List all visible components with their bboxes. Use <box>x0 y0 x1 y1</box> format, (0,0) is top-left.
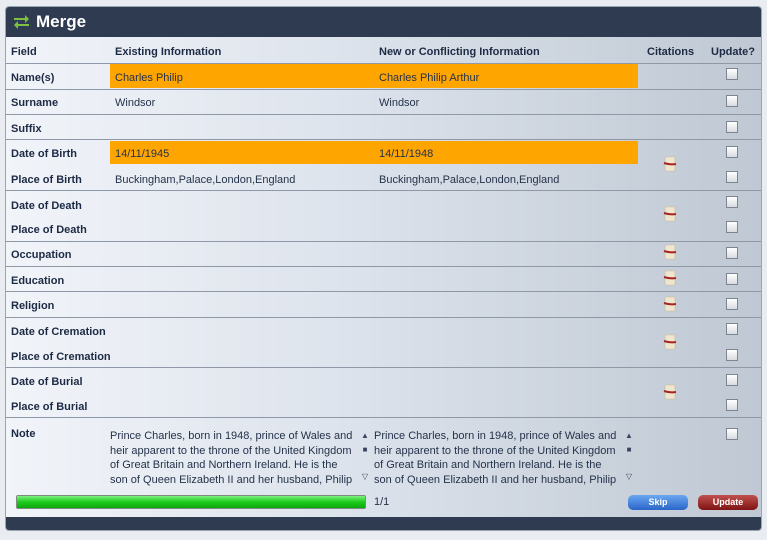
scroll-up-icon[interactable]: ▲ <box>360 431 370 440</box>
update-checkbox[interactable] <box>726 247 738 259</box>
update-checkbox-note[interactable] <box>726 428 738 440</box>
update-checkbox[interactable] <box>726 273 738 285</box>
field-row: Place of Death <box>6 221 761 239</box>
progress-fill <box>17 496 365 508</box>
divider <box>6 241 761 242</box>
field-row: Date of Birth 14/11/1945 14/11/1948 <box>6 145 761 163</box>
scroll-down-icon[interactable]: ▽ <box>360 472 370 481</box>
citation-icon[interactable] <box>663 270 677 286</box>
divider <box>6 114 761 115</box>
citation-icon[interactable] <box>663 244 677 260</box>
field-label: Place of Death <box>11 224 87 236</box>
existing-value: 14/11/1945 <box>115 148 170 160</box>
citation-icon[interactable] <box>663 296 677 312</box>
field-label: Surname <box>11 97 59 109</box>
field-label: Place of Cremation <box>11 351 111 363</box>
field-label: Occupation <box>11 249 72 261</box>
update-checkbox[interactable] <box>726 323 738 335</box>
new-value: Buckingham,Palace,London,England <box>379 174 560 186</box>
scroll-up-icon[interactable]: ▲ <box>624 431 634 440</box>
divider <box>6 291 761 292</box>
new-note-text[interactable]: Prince Charles, born in 1948, prince of … <box>374 429 620 487</box>
field-label: Date of Burial <box>11 376 83 388</box>
update-checkbox[interactable] <box>726 374 738 386</box>
merge-dialog: Merge Field Existing Information New or … <box>5 6 762 531</box>
citation-icon[interactable] <box>663 334 677 350</box>
update-checkbox[interactable] <box>726 95 738 107</box>
update-checkbox[interactable] <box>726 68 738 80</box>
field-label: Date of Death <box>11 200 82 212</box>
field-label: Date of Cremation <box>11 326 106 338</box>
new-value: Windsor <box>379 97 420 109</box>
divider <box>6 266 761 267</box>
existing-value: Charles Philip <box>115 72 183 84</box>
field-row: Place of Burial <box>6 398 761 416</box>
column-header-existing: Existing Information <box>115 46 222 58</box>
update-checkbox[interactable] <box>726 171 738 183</box>
scroll-thumb[interactable]: ■ <box>360 445 370 454</box>
update-checkbox[interactable] <box>726 298 738 310</box>
new-value: Charles Philip Arthur <box>379 72 480 84</box>
field-row: Name(s) Charles Philip Charles Philip Ar… <box>6 69 761 87</box>
existing-note-text[interactable]: Prince Charles, born in 1948, prince of … <box>110 429 356 487</box>
update-checkbox[interactable] <box>726 146 738 158</box>
column-header-citations: Citations <box>647 46 695 58</box>
footer-bar <box>6 517 761 530</box>
divider <box>6 190 761 191</box>
divider <box>6 139 761 140</box>
divider <box>6 317 761 318</box>
update-checkbox[interactable] <box>726 121 738 133</box>
new-value: 14/11/1948 <box>379 148 434 160</box>
update-button[interactable]: Update <box>698 495 758 510</box>
field-row: Education <box>6 272 761 290</box>
column-header-new: New or Conflicting Information <box>379 46 540 58</box>
citation-icon[interactable] <box>663 206 677 222</box>
field-row: Occupation <box>6 246 761 264</box>
citation-icon[interactable] <box>663 384 677 400</box>
scroll-down-icon[interactable]: ▽ <box>624 472 634 481</box>
field-row: Date of Cremation <box>6 323 761 341</box>
field-label: Place of Birth <box>11 174 82 186</box>
progress-bar <box>16 495 366 509</box>
divider <box>6 89 761 90</box>
existing-value: Buckingham,Palace,London,England <box>115 174 296 186</box>
existing-value: Windsor <box>115 97 156 109</box>
field-row: Date of Death <box>6 197 761 215</box>
update-checkbox[interactable] <box>726 221 738 233</box>
field-row: Religion <box>6 297 761 315</box>
field-row: Place of Birth Buckingham,Palace,London,… <box>6 171 761 189</box>
citation-icon[interactable] <box>663 156 677 172</box>
field-row: Surname Windsor Windsor <box>6 94 761 112</box>
field-row: Date of Burial <box>6 373 761 391</box>
column-header-field: Field <box>11 46 37 58</box>
field-row: Suffix <box>6 120 761 138</box>
swap-arrows-icon <box>14 15 29 29</box>
title-bar: Merge <box>6 7 761 37</box>
field-label: Note <box>11 428 36 440</box>
skip-button[interactable]: Skip <box>628 495 688 510</box>
field-label: Name(s) <box>11 72 55 84</box>
field-row: Place of Cremation <box>6 348 761 366</box>
scroll-thumb[interactable]: ■ <box>624 445 634 454</box>
update-checkbox[interactable] <box>726 349 738 361</box>
field-label: Education <box>11 275 65 287</box>
divider <box>6 417 761 418</box>
dialog-title: Merge <box>36 12 87 31</box>
divider <box>6 367 761 368</box>
update-checkbox[interactable] <box>726 399 738 411</box>
progress-label: 1/1 <box>374 496 390 508</box>
field-label: Place of Burial <box>11 401 88 413</box>
column-header-update: Update? <box>711 46 755 58</box>
field-label: Religion <box>11 300 55 312</box>
divider <box>6 63 761 64</box>
update-checkbox[interactable] <box>726 196 738 208</box>
field-label: Date of Birth <box>11 148 77 160</box>
field-label: Suffix <box>11 123 42 135</box>
